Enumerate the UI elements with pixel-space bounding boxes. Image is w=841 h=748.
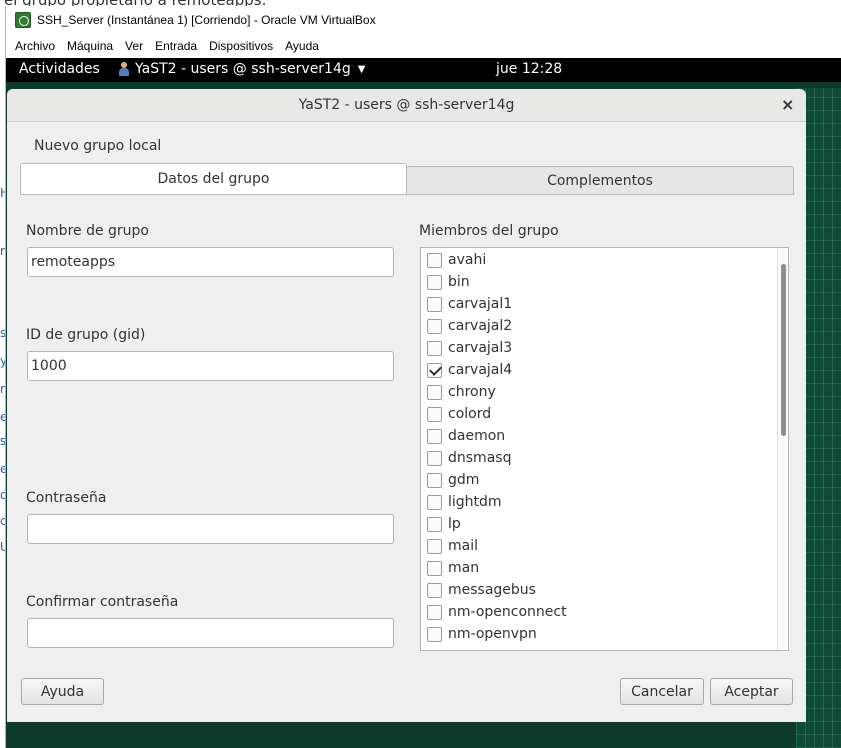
virtualbox-window: SSH_Server (Instantánea 1) [Corriendo] -… [5, 6, 841, 748]
member-checkbox[interactable] [427, 406, 442, 422]
member-checkbox[interactable] [427, 362, 442, 378]
member-name: chrony [448, 384, 496, 400]
member-item[interactable]: carvajal1 [421, 293, 776, 315]
member-name: carvajal1 [448, 296, 513, 312]
member-name: daemon [448, 428, 506, 444]
tab-datos-del-grupo[interactable]: Datos del grupo [20, 163, 407, 194]
member-item[interactable]: avahi [421, 249, 776, 271]
confirm-password-label: Confirmar contraseña [26, 594, 179, 610]
member-name: nm-openconnect [448, 604, 567, 620]
member-item[interactable]: daemon [421, 425, 776, 447]
virtualbox-menubar: Archivo Máquina Ver Entrada Dispositivos… [6, 34, 841, 58]
member-item[interactable]: mail [421, 535, 776, 557]
member-item[interactable]: lp [421, 513, 776, 535]
member-item[interactable]: carvajal4 [421, 359, 776, 381]
member-item[interactable]: man [421, 557, 776, 579]
member-item[interactable]: bin [421, 271, 776, 293]
member-checkbox[interactable] [427, 428, 442, 444]
user-icon [118, 62, 130, 76]
member-checkbox[interactable] [427, 560, 442, 576]
activities-button[interactable]: Actividades [19, 61, 100, 77]
member-name: colord [448, 406, 492, 422]
member-name: mail [448, 538, 478, 554]
member-checkbox[interactable] [427, 626, 442, 642]
help-button[interactable]: Ayuda [21, 678, 104, 705]
members-label: Miembros del grupo [419, 223, 559, 239]
close-icon[interactable]: × [781, 95, 794, 114]
member-checkbox[interactable] [427, 384, 442, 400]
member-item[interactable]: lightdm [421, 491, 776, 513]
member-checkbox[interactable] [427, 494, 442, 510]
member-item[interactable]: nm-openconnect [421, 601, 776, 623]
member-name: nm-openvpn [448, 626, 537, 642]
member-item[interactable]: carvajal3 [421, 337, 776, 359]
password-label: Contraseña [26, 490, 107, 506]
member-name: lightdm [448, 494, 502, 510]
menu-maquina[interactable]: Máquina [61, 39, 119, 53]
app-menu-label: YaST2 - users @ ssh-server14g [135, 61, 351, 77]
member-checkbox[interactable] [427, 340, 442, 356]
member-name: dnsmasq [448, 450, 512, 466]
member-name: gdm [448, 472, 480, 488]
member-checkbox[interactable] [427, 538, 442, 554]
clock[interactable]: jue 12:28 [496, 61, 562, 77]
members-scrollbar[interactable] [777, 248, 788, 650]
member-checkbox[interactable] [427, 604, 442, 620]
virtualbox-title: SSH_Server (Instantánea 1) [Corriendo] -… [37, 13, 376, 27]
section-title: Nuevo grupo local [34, 138, 162, 154]
menu-entrada[interactable]: Entrada [149, 39, 203, 53]
virtualbox-logo-icon [15, 12, 31, 28]
member-name: bin [448, 274, 470, 290]
member-item[interactable]: dnsmasq [421, 447, 776, 469]
cancel-button[interactable]: Cancelar [620, 678, 704, 705]
caret-down-icon: ▼ [357, 63, 366, 75]
member-name: man [448, 560, 480, 576]
member-checkbox[interactable] [427, 582, 442, 598]
member-item[interactable]: messagebus [421, 579, 776, 601]
member-item[interactable]: chrony [421, 381, 776, 403]
gnome-top-bar: Actividades YaST2 - users @ ssh-server14… [6, 58, 841, 82]
member-checkbox[interactable] [427, 252, 442, 268]
scrollbar-thumb[interactable] [781, 264, 786, 436]
yast-dialog: YaST2 - users @ ssh-server14g × Nuevo gr… [7, 89, 806, 722]
guest-screen: Actividades YaST2 - users @ ssh-server14… [6, 58, 841, 748]
dialog-header: YaST2 - users @ ssh-server14g × [7, 89, 806, 122]
member-name: avahi [448, 252, 487, 268]
member-name: lp [448, 516, 461, 532]
members-list-box[interactable]: avahi bin carvajal1 carvajal2 carvajal3 carva… [420, 247, 789, 651]
menu-archivo[interactable]: Archivo [9, 39, 61, 53]
member-item[interactable]: carvajal2 [421, 315, 776, 337]
member-name: carvajal2 [448, 318, 513, 334]
menu-dispositivos[interactable]: Dispositivos [203, 39, 279, 53]
password-input[interactable] [27, 514, 394, 544]
confirm-password-input[interactable] [27, 618, 394, 648]
group-name-label: Nombre de grupo [26, 223, 149, 239]
member-name: carvajal4 [448, 362, 513, 378]
member-checkbox[interactable] [427, 450, 442, 466]
member-checkbox[interactable] [427, 274, 442, 290]
menu-ver[interactable]: Ver [119, 39, 149, 53]
group-name-input[interactable] [27, 247, 394, 277]
member-checkbox[interactable] [427, 296, 442, 312]
gid-label: ID de grupo (gid) [26, 327, 146, 343]
member-name: messagebus [448, 582, 536, 598]
member-item[interactable]: nm-openvpn [421, 623, 776, 645]
virtualbox-titlebar[interactable]: SSH_Server (Instantánea 1) [Corriendo] -… [6, 6, 841, 34]
dialog-title: YaST2 - users @ ssh-server14g [298, 97, 515, 113]
member-item[interactable]: colord [421, 403, 776, 425]
gid-input[interactable] [27, 351, 394, 381]
app-menu[interactable]: YaST2 - users @ ssh-server14g ▼ [118, 61, 365, 77]
member-name: carvajal3 [448, 340, 513, 356]
member-checkbox[interactable] [427, 516, 442, 532]
member-item[interactable]: gdm [421, 469, 776, 491]
menu-ayuda[interactable]: Ayuda [279, 39, 325, 53]
member-checkbox[interactable] [427, 318, 442, 334]
accept-button[interactable]: Aceptar [710, 678, 793, 705]
tab-complementos[interactable]: Complementos [406, 166, 794, 195]
member-checkbox[interactable] [427, 472, 442, 488]
